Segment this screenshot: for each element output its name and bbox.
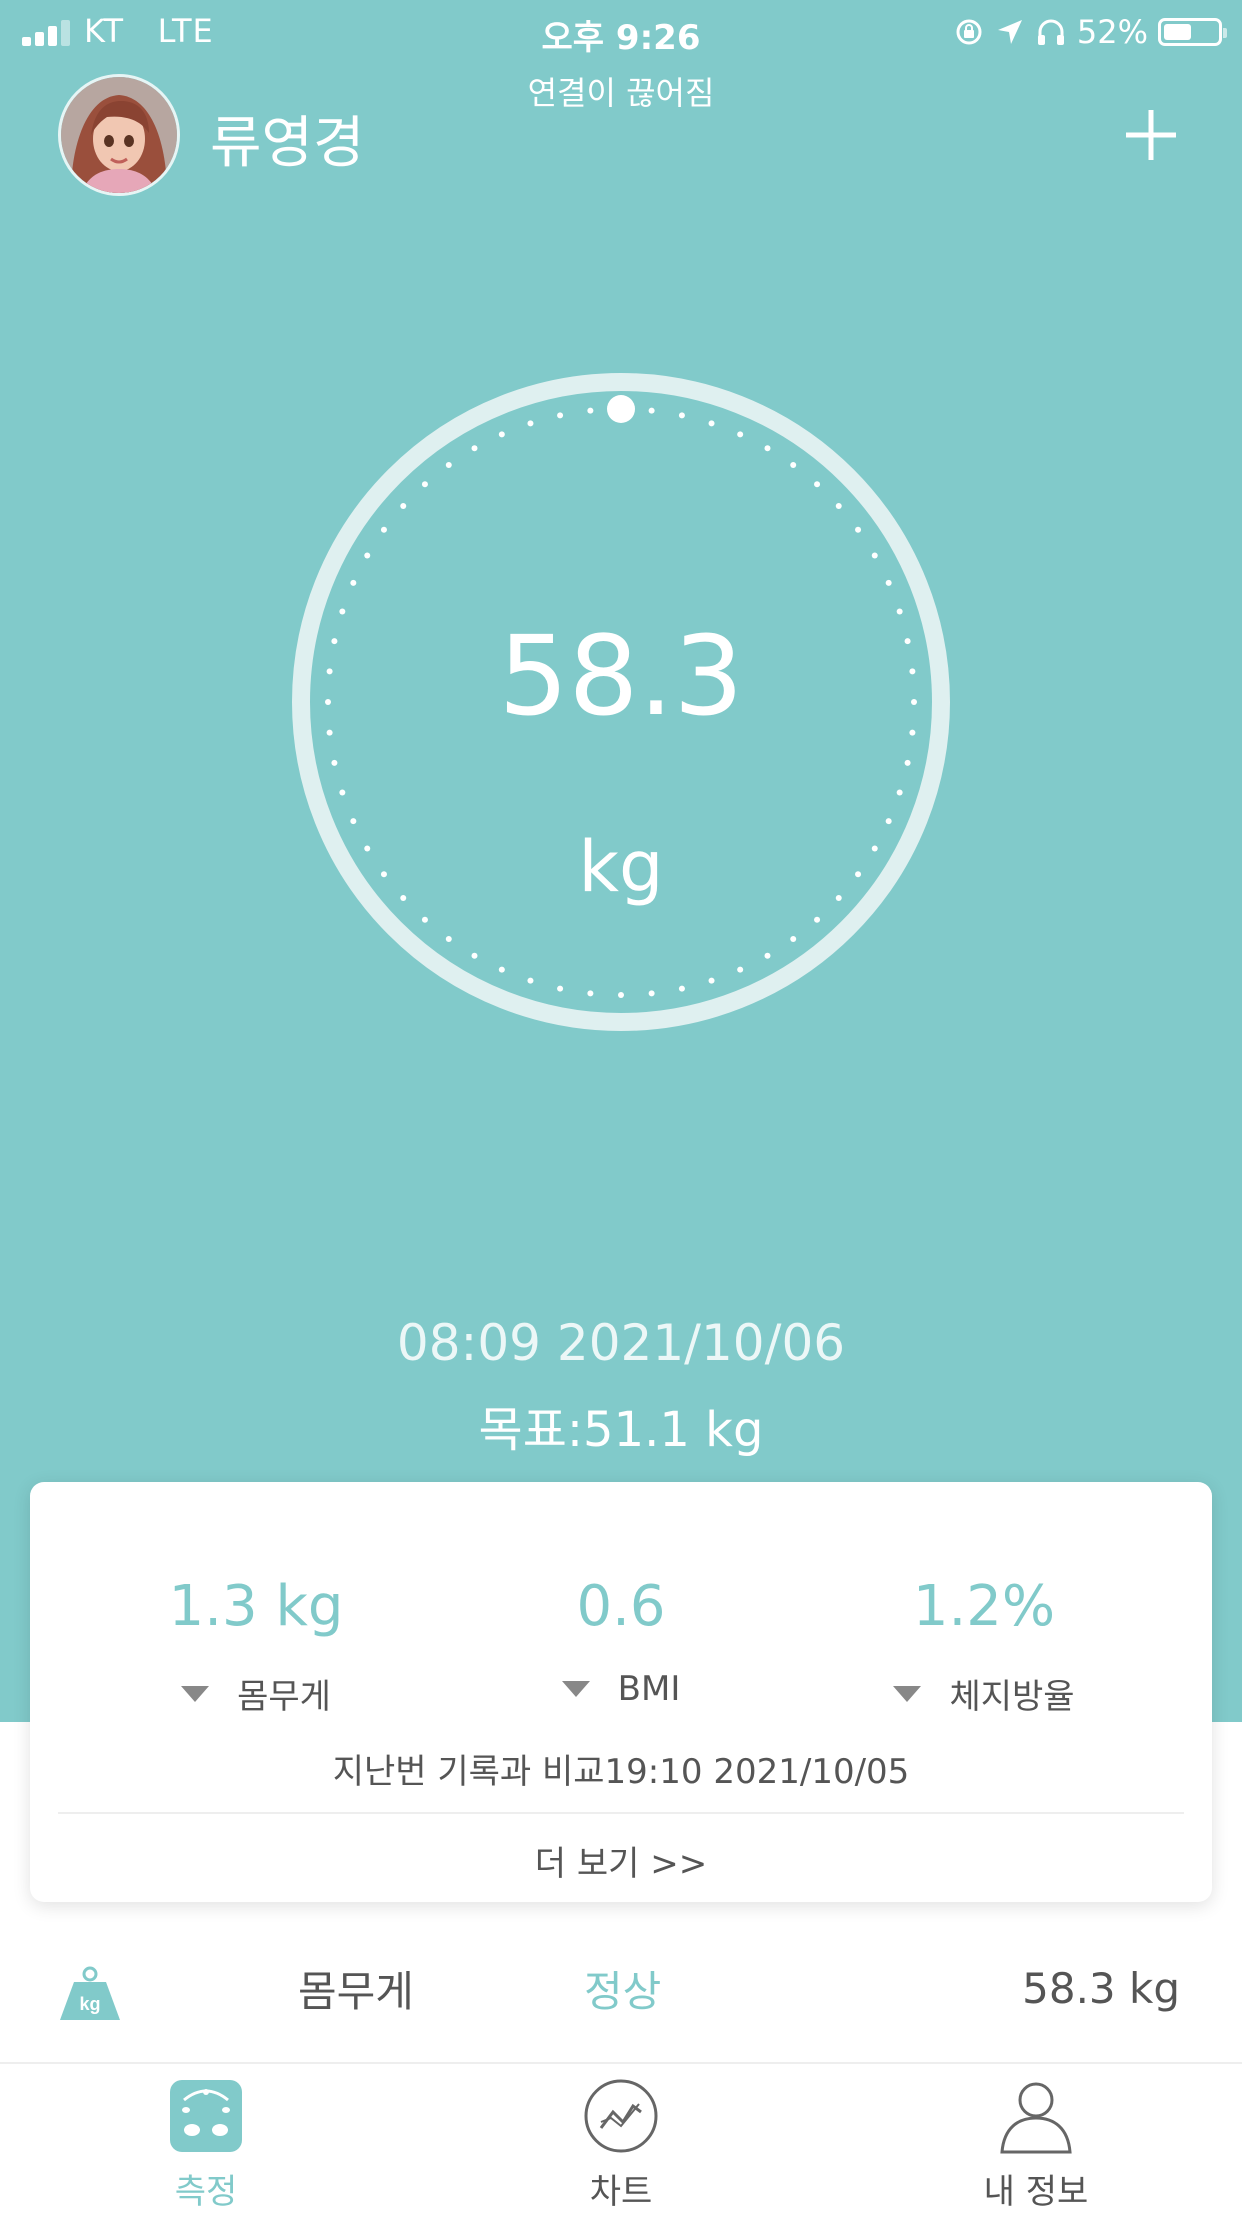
gauge-dot	[364, 552, 371, 559]
stat-bmi-change: 0.6 BMI	[441, 1574, 801, 1709]
metric-name: 몸무게	[298, 1967, 414, 2016]
gauge-dot	[764, 952, 771, 959]
tab-my-info[interactable]: 내 정보	[936, 2078, 1136, 2213]
gauge-dot	[708, 420, 715, 427]
stat-label: 체지방율	[949, 1677, 1075, 1717]
tab-label: 내 정보	[983, 2172, 1089, 2212]
tab-label: 차트	[589, 2172, 653, 2212]
gauge-dot	[331, 759, 338, 766]
stat-label: 몸무게	[237, 1677, 331, 1717]
gauge-dot	[587, 407, 594, 414]
gauge-dot	[648, 990, 655, 997]
kg-weight-icon: kg	[60, 1966, 120, 2020]
gauge-dot	[527, 420, 534, 427]
gauge-dot	[737, 966, 744, 973]
gauge-dot	[350, 579, 357, 586]
connection-status: 연결이 끊어짐	[527, 74, 715, 112]
gauge-dot	[498, 966, 505, 973]
scale-icon	[170, 2080, 242, 2152]
gauge-dot	[896, 789, 903, 796]
gauge-dot	[871, 552, 878, 559]
stat-value: 1.2%	[912, 1574, 1056, 1639]
gauge-dot	[855, 526, 862, 533]
gauge-dot	[471, 445, 478, 452]
measurement-datetime: 08:09 2021/10/06	[396, 1314, 846, 1372]
status-indicators: 52%	[953, 12, 1227, 52]
avatar[interactable]	[58, 74, 180, 196]
tab-measure[interactable]: 측정	[106, 2078, 306, 2213]
stat-label: BMI	[617, 1669, 681, 1709]
location-arrow-icon	[997, 20, 1022, 44]
triangle-down-icon	[181, 1685, 210, 1702]
chart-icon	[584, 2079, 658, 2153]
gauge-dot	[790, 461, 797, 468]
gauge-dot	[527, 977, 534, 984]
stat-value: 0.6	[576, 1574, 666, 1639]
gauge-dot	[708, 977, 715, 984]
gauge-dot	[471, 952, 478, 959]
battery-icon	[1158, 18, 1227, 46]
metric-value: 58.3 kg	[1022, 1964, 1180, 2013]
comparison-card: 1.3 kg 몸무게 0.6 BMI 1.2% 체지방율 지난번 기록과 비교1…	[30, 1482, 1212, 1902]
gauge-dot	[445, 461, 452, 468]
kg-icon-text: kg	[79, 1994, 100, 2014]
gauge-dot	[790, 936, 797, 943]
gauge-dot	[400, 502, 407, 509]
weight-unit: kg	[578, 826, 664, 908]
triangle-down-icon	[893, 1685, 922, 1702]
triangle-down-icon	[561, 1681, 590, 1697]
gauge-dot	[885, 818, 892, 825]
status-bar: KT LTE 오후 9:26 52%	[0, 0, 1242, 62]
rotation-lock-icon	[956, 19, 982, 45]
gauge-dot	[557, 412, 564, 419]
compare-text: 지난번 기록과 비교19:10 2021/10/05	[332, 1752, 910, 1792]
gauge-dot	[885, 579, 892, 586]
gauge-dot	[380, 526, 387, 533]
headphones-icon	[1037, 19, 1064, 45]
gauge-indicator	[607, 395, 635, 423]
goal-weight: 목표:51.1 kg	[478, 1402, 764, 1458]
gauge-dot	[350, 818, 357, 825]
divider	[58, 1812, 1184, 1814]
metric-status: 정상	[584, 1967, 662, 2016]
weight-value: 58.3	[498, 612, 744, 740]
gauge-dot	[421, 916, 428, 923]
stat-value: 1.3 kg	[168, 1574, 344, 1639]
gauge-dot	[764, 445, 771, 452]
gauge-dot	[421, 481, 428, 488]
gauge-dot	[737, 431, 744, 438]
plus-icon	[1126, 110, 1176, 160]
tab-chart[interactable]: 차트	[521, 2078, 721, 2213]
user-name: 류영경	[210, 111, 365, 176]
gauge-dot	[587, 990, 594, 997]
gauge-dot	[445, 936, 452, 943]
gauge-dot	[648, 407, 655, 414]
person-icon	[1000, 2082, 1072, 2154]
more-button[interactable]: 더 보기 >>	[30, 1836, 1212, 1885]
battery-percent: 52%	[1076, 13, 1148, 51]
tab-label: 측정	[174, 2172, 238, 2212]
gauge-dot	[904, 759, 911, 766]
gauge-dot	[814, 916, 821, 923]
stat-weight-change: 1.3 kg 몸무게	[76, 1574, 436, 1718]
gauge-dot	[618, 992, 624, 998]
gauge-dot	[814, 481, 821, 488]
gauge-dot	[678, 412, 685, 419]
gauge-dot	[339, 789, 346, 796]
gauge-dot	[557, 985, 564, 992]
metric-row-weight[interactable]: kg 몸무게 정상 58.3 kg	[0, 1940, 1242, 2040]
gauge-dot	[678, 985, 685, 992]
gauge-dot	[835, 502, 842, 509]
gauge-dot	[498, 431, 505, 438]
add-button[interactable]	[1120, 104, 1182, 166]
tab-bar: 측정 차트 내 정보	[0, 2064, 1242, 2212]
stat-bodyfat-change: 1.2% 체지방율	[804, 1574, 1164, 1718]
